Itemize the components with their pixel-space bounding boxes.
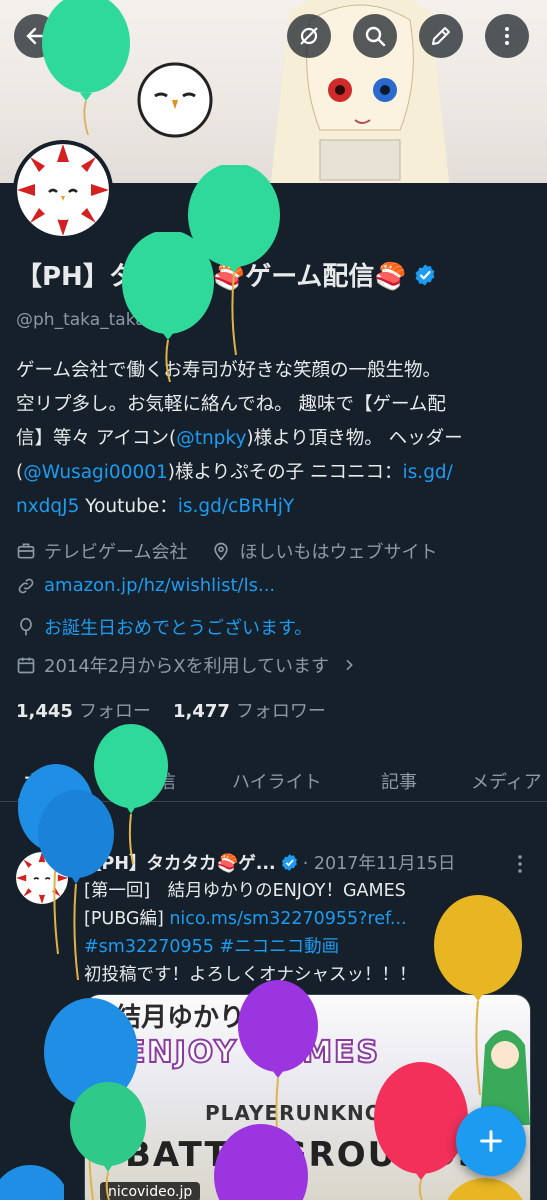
profile-website-row: amazon.jp/hz/wishlist/ls... [16,575,275,596]
profile-bio: ゲーム会社で働くお寿司が好きな笑顔の一般生物。 空リプ多し。お気軽に絡んでね。 … [16,354,526,524]
chevron-right-icon [346,659,353,671]
profile-joined-row[interactable]: 2014年2月からXを利用しています [16,652,357,678]
bio-text: )様よりぷその子 ニコニコ： [167,462,403,483]
bio-line: ゲーム会社で働くお寿司が好きな笑顔の一般生物。 [16,360,441,381]
followers-count: 1,477 [172,701,230,722]
balloon-decoration [122,232,214,382]
verified-badge-icon[interactable] [413,263,437,287]
profile-avatar[interactable] [13,140,113,240]
balloon-decoration [0,1165,64,1200]
more-vertical-icon [505,27,509,45]
plus-icon [480,1130,502,1152]
search-icon [365,26,386,47]
profile-location: ほしいもはウェブサイト [239,542,438,563]
grok-icon [300,27,318,45]
briefcase-icon [17,543,35,559]
url-link[interactable]: is.gd/ [403,462,453,483]
compose-post-button[interactable] [456,1106,526,1176]
url-link[interactable]: nxdqJ5 [16,496,79,517]
post-date[interactable]: · 2017年11月15日 [303,850,456,875]
followers-link[interactable]: 1,477 フォロワー [173,697,326,723]
profile-birthday[interactable]: お誕生日おめでとうございます。 [44,614,312,640]
balloon-decoration [42,0,130,135]
profile-joined: 2014年2月からXを利用しています [44,656,330,677]
profile-meta-row: テレビゲーム会社 ほしいもはウェブサイト [16,538,437,564]
balloon-decoration [214,1124,308,1200]
post-more-icon[interactable] [512,852,528,876]
following-count: 1,445 [16,701,73,722]
bio-text: Youtube： [79,496,178,517]
pencil-icon [432,27,450,45]
calendar-icon [17,657,35,674]
following-link[interactable]: 1,445 フォロー [16,697,151,723]
follow-stats: 1,445 フォロー 1,477 フォロワー [16,697,326,723]
profile-website-link[interactable]: amazon.jp/hz/wishlist/ls... [44,575,275,596]
tab-media[interactable]: メディア [471,760,542,794]
tab-articles[interactable]: 記事 [381,760,417,794]
mascot-icon [137,62,213,138]
url-link[interactable]: is.gd/cBRHjY [178,496,294,517]
link-icon [18,578,34,593]
balloon-decoration [38,790,114,980]
tab-highlights[interactable]: ハイライト [232,760,322,794]
mention-link[interactable]: @tnpky [176,428,246,449]
post-url-link[interactable]: nico.ms/sm32270955?ref... [169,909,406,929]
bio-line: 空リプ多し。お気軽に絡んでね。 趣味で【ゲーム配 [16,394,446,415]
location-pin-icon [214,542,229,561]
balloon-icon [20,617,32,636]
avatar-image [17,144,109,236]
edit-button[interactable] [419,14,463,58]
balloon-decoration [447,1178,523,1200]
mention-link[interactable]: @Wusagi00001 [23,462,168,483]
balloon-decoration [70,1082,146,1200]
following-label: フォロー [78,701,151,722]
bio-text: 信】等々 アイコン( [16,428,177,449]
verified-badge-icon [281,854,297,871]
profile-birthday-row: お誕生日おめでとうございます。 [16,614,312,640]
search-button[interactable] [353,14,397,58]
grok-button[interactable] [287,14,331,58]
bio-text: )様より頂き物。 ヘッダー [246,428,463,449]
followers-label: フォロワー [235,701,326,722]
more-button[interactable] [485,14,529,58]
profile-category: テレビゲーム会社 [44,542,188,563]
